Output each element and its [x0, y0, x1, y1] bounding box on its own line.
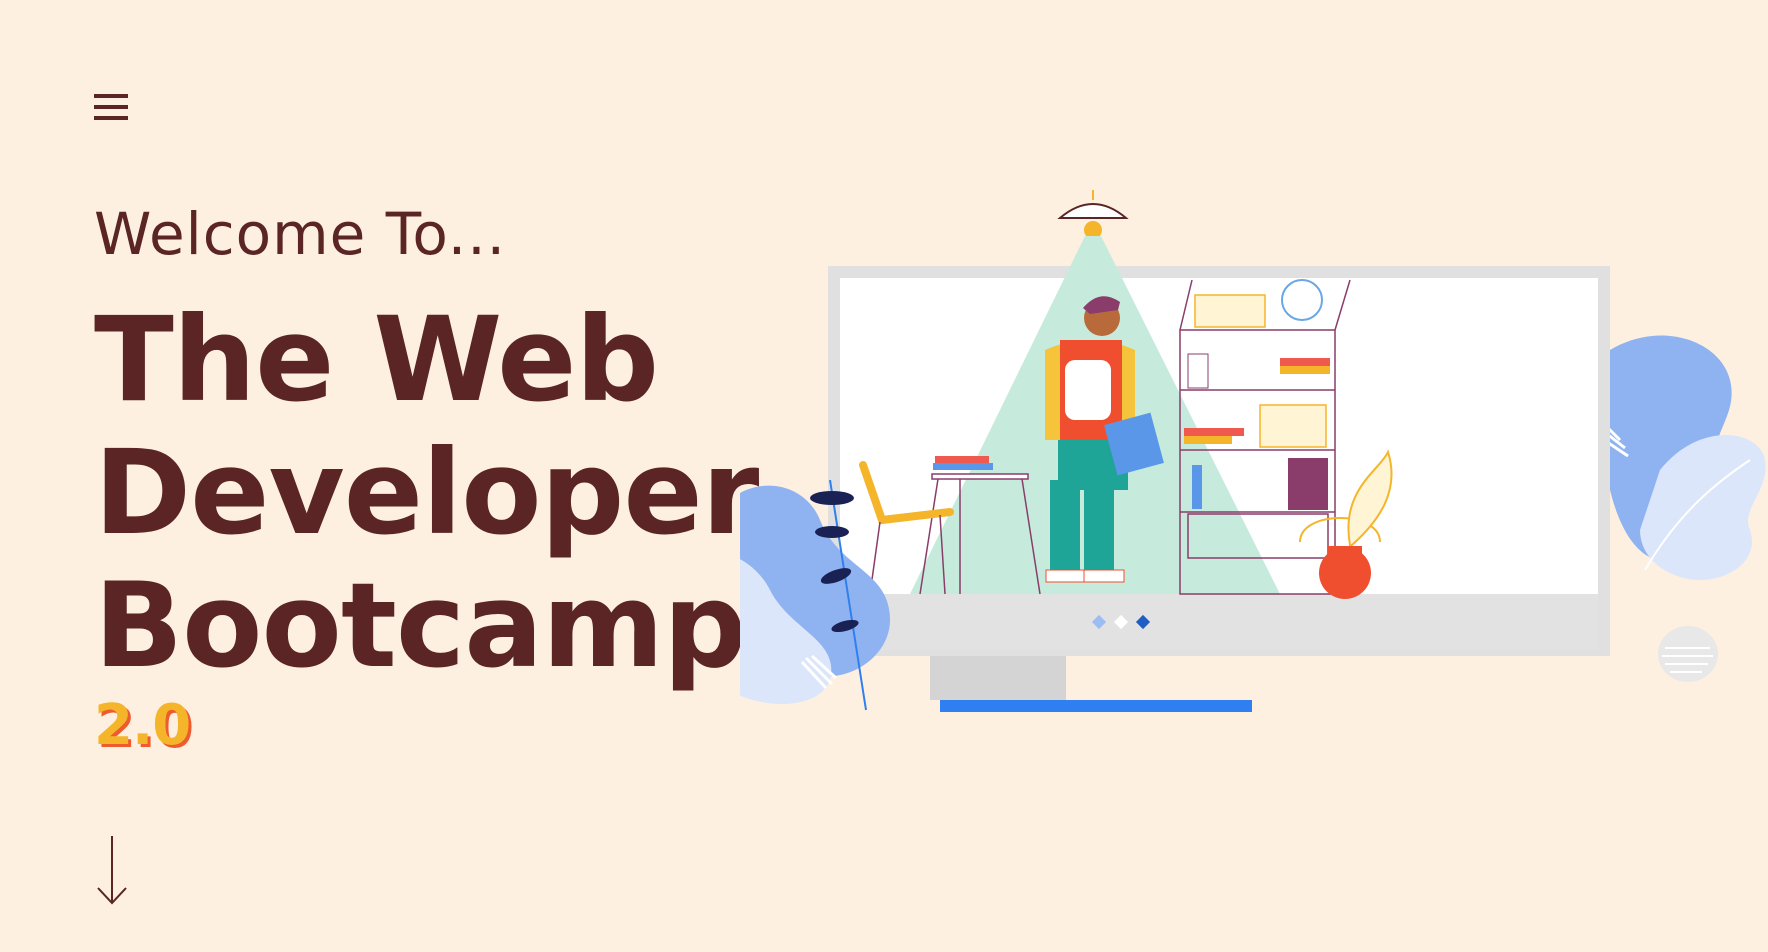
title-line-2: Developer [94, 424, 759, 561]
scroll-down-button[interactable] [95, 836, 129, 906]
right-leaf-decoration [1598, 335, 1766, 580]
version-badge: 2.0 [94, 693, 191, 758]
hero-section: Welcome To... The Web Developer Bootcamp… [94, 205, 794, 754]
title-line-3: Bootcamp [94, 557, 747, 694]
hamburger-menu-icon [94, 94, 128, 120]
welcome-heading: Welcome To... [94, 200, 507, 268]
blob-decoration-right [1658, 626, 1718, 682]
title-line-1: The Web [94, 291, 659, 428]
menu-button[interactable] [94, 90, 130, 126]
page-title: The Web Developer Bootcamp [94, 293, 794, 692]
arrow-down-icon [97, 836, 127, 905]
hero-illustration [740, 190, 1766, 712]
